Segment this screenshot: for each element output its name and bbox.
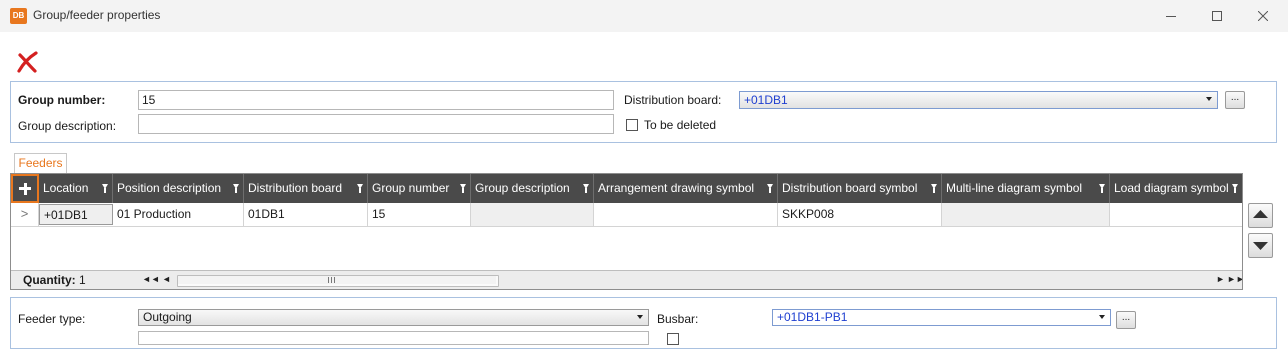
distribution-board-value: +01DB1 [744,93,788,107]
filter-icon[interactable] [460,184,466,193]
filter-icon[interactable] [233,184,239,193]
cell-position-description[interactable]: 01 Production [113,203,244,226]
grid-footer: Quantity: 1 ◄◄ ◄ ► ►► [11,270,1242,289]
add-row-button[interactable] [11,174,39,203]
column-header-multi-line-diagram-symbol[interactable]: Multi-line diagram symbol [942,174,1110,203]
distribution-board-label: Distribution board: [624,93,722,107]
cell-arrangement-drawing-symbol[interactable] [594,203,778,226]
tab-feeders[interactable]: Feeders [14,153,67,174]
cell-distribution-board-symbol[interactable]: SKKP008 [778,203,942,226]
cell-multi-line-diagram-symbol[interactable] [942,203,1110,226]
cell-group-number[interactable]: 15 [368,203,471,226]
group-header-panel: Group number: 15 Group description: Dist… [10,81,1277,143]
filter-icon[interactable] [1099,184,1105,193]
distribution-board-select[interactable]: +01DB1 [739,91,1218,109]
maximize-button[interactable] [1194,0,1240,32]
distribution-board-browse-button[interactable]: ... [1225,91,1245,109]
quantity-indicator: Quantity: 1 [23,273,86,288]
chevron-down-icon [637,315,643,319]
group-number-label: Group number: [18,93,106,107]
quantity-label: Quantity: [23,273,76,287]
window-title: Group/feeder properties [33,8,161,22]
minimize-icon [1166,16,1176,17]
cell-location[interactable]: +01DB1 [39,204,113,225]
table-row[interactable]: > +01DB1 01 Production 01DB1 15 SKKP008 [11,203,1242,227]
scroll-first-icon[interactable]: ◄◄ [142,271,160,288]
scrollbar-thumb[interactable] [178,276,496,284]
move-down-button[interactable] [1248,233,1273,258]
app-icon: DB [10,8,27,24]
column-header-arrangement-drawing-symbol[interactable]: Arrangement drawing symbol [594,174,778,203]
filter-icon[interactable] [767,184,773,193]
filter-icon[interactable] [102,184,108,193]
chevron-down-icon [1099,315,1105,319]
column-header-position-description[interactable]: Position description [113,174,244,203]
close-icon [1258,11,1268,21]
busbar-value: +01DB1-PB1 [777,310,848,324]
to-be-deleted-checkbox[interactable] [626,119,638,131]
chevron-down-icon [1206,97,1212,101]
feeder-type-value: Outgoing [143,310,192,324]
busbar-label: Busbar: [657,312,699,326]
move-up-button[interactable] [1248,203,1273,228]
feeder-properties-panel: Feeder type: Outgoing Busbar: +01DB1-PB1… [10,297,1277,349]
scrollbar-grip-icon [328,277,336,283]
filter-icon[interactable] [357,184,363,193]
busbar-select[interactable]: +01DB1-PB1 [772,309,1111,326]
to-be-deleted-label: To be deleted [644,118,717,132]
column-header-group-number[interactable]: Group number [368,174,471,203]
scroll-left-icon[interactable]: ◄ [162,271,171,288]
close-button[interactable] [1240,0,1286,32]
column-header-load-diagram-symbol[interactable]: Load diagram symbol [1110,174,1242,203]
column-header-group-description[interactable]: Group description [471,174,594,203]
group-description-label: Group description: [18,119,117,133]
feeder-type-select[interactable]: Outgoing [138,309,649,326]
feeder-type-label: Feeder type: [18,312,86,326]
delete-button[interactable] [14,50,42,74]
cell-distribution-board[interactable]: 01DB1 [244,203,368,226]
feeder-option-checkbox[interactable] [667,333,679,345]
filter-icon[interactable] [1232,184,1238,193]
cell-load-diagram-symbol[interactable] [1110,203,1242,226]
red-x-delete-icon [17,51,38,73]
column-header-location[interactable]: Location [39,174,113,203]
feeder-second-field[interactable] [138,331,649,345]
column-header-distribution-board[interactable]: Distribution board [244,174,368,203]
quantity-value: 1 [79,273,86,287]
triangle-up-icon [1253,210,1268,218]
group-number-input[interactable]: 15 [138,90,614,110]
scroll-last-icon[interactable]: ►► [1227,271,1242,288]
busbar-browse-button[interactable]: ... [1116,311,1136,329]
grid-header: Location Position description Distributi… [11,174,1242,203]
cell-group-description[interactable] [471,203,594,226]
scroll-right-icon[interactable]: ► [1216,271,1225,288]
maximize-icon [1212,11,1222,21]
title-bar: DB Group/feeder properties [0,0,1288,32]
column-header-distribution-board-symbol[interactable]: Distribution board symbol [778,174,942,203]
minimize-button[interactable] [1148,0,1194,32]
horizontal-scrollbar[interactable] [177,275,499,287]
row-expand-icon[interactable]: > [11,203,39,226]
feeders-grid: Location Position description Distributi… [10,173,1243,290]
triangle-down-icon [1253,242,1268,250]
filter-icon[interactable] [583,184,589,193]
group-description-input[interactable] [138,114,614,134]
filter-icon[interactable] [931,184,937,193]
